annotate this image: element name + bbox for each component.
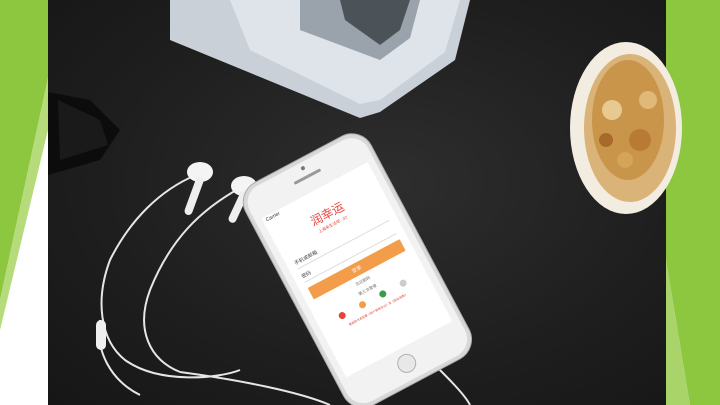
- more-icon[interactable]: [398, 278, 408, 288]
- qq-icon[interactable]: [357, 300, 368, 310]
- book: [170, 0, 470, 118]
- password-field-label: 密码: [300, 270, 313, 281]
- sunglasses: [48, 92, 120, 175]
- photo-slide: Carrier 润幸运 上海来生活吧 · 02 手机或邮箱 密码 登录 忘记密码…: [0, 0, 720, 405]
- food-bowl: [570, 42, 682, 214]
- earbuds: [96, 162, 257, 350]
- weibo-icon[interactable]: [337, 310, 347, 321]
- remote-control: [96, 320, 106, 350]
- wechat-icon[interactable]: [378, 289, 388, 299]
